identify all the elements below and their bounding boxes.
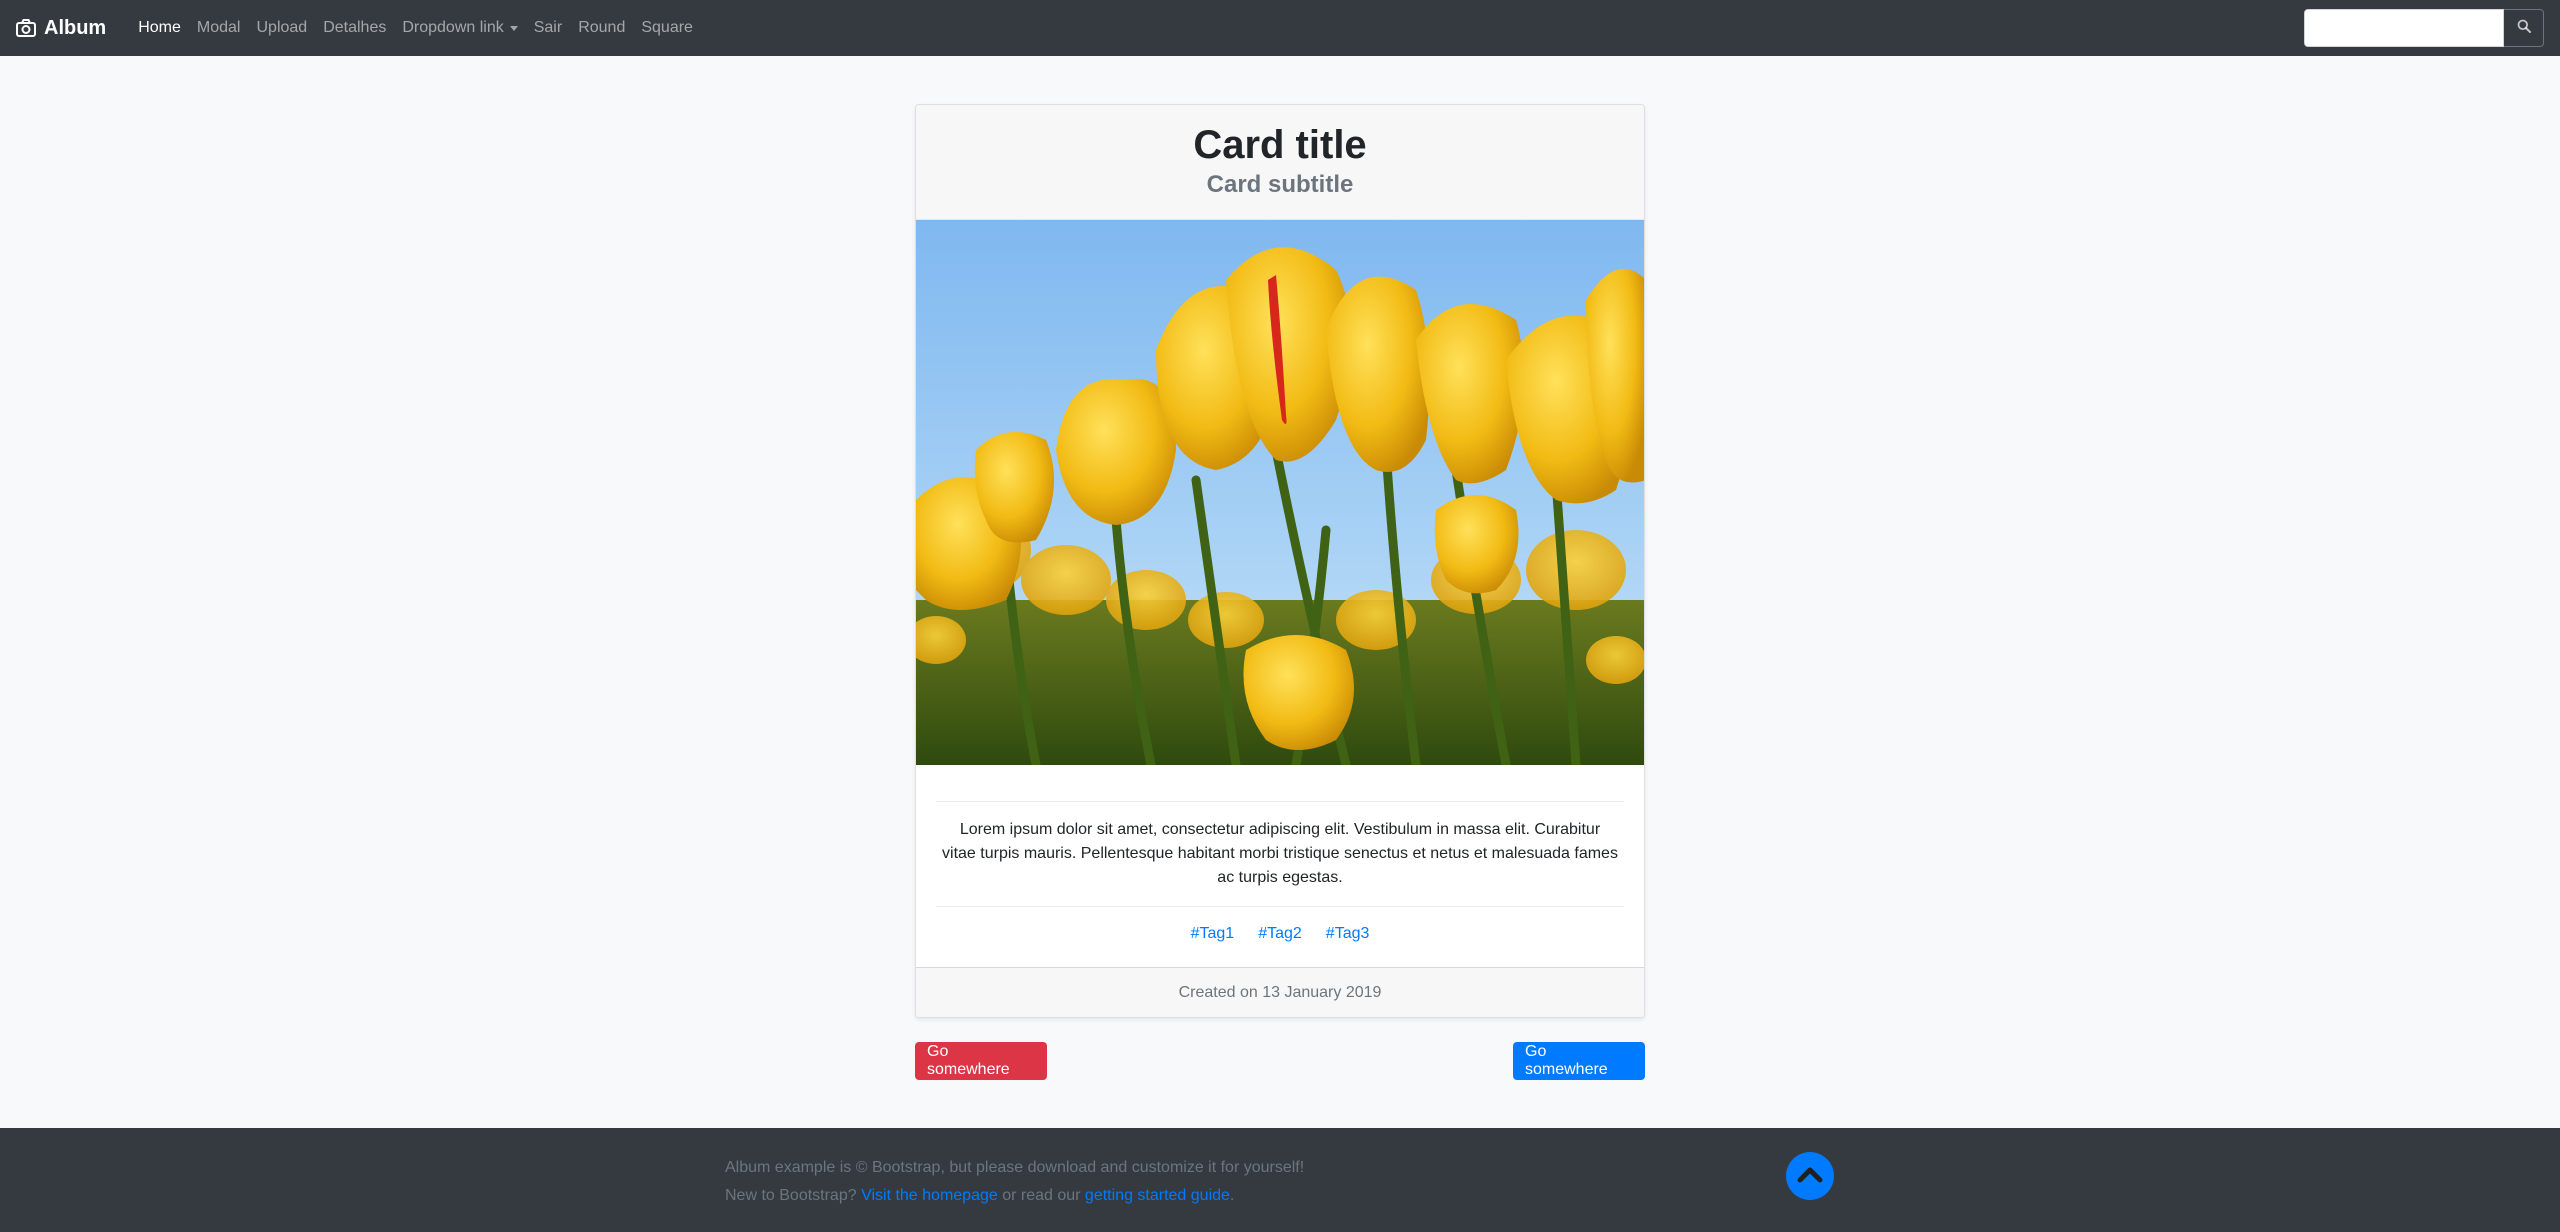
nav-item-round[interactable]: Round [570,11,633,45]
navbar: Album Home Modal Upload Detalhes Dropdow… [0,0,2560,56]
brand-link[interactable]: Album [16,17,106,40]
dropdown-label: Dropdown link [402,19,504,36]
camera-icon [16,19,36,37]
footer-help-middle: or read our [997,1187,1085,1204]
card: Card title Card subtitle Lorem ipsum dol… [915,104,1645,1018]
nav-item-modal[interactable]: Modal [189,11,249,45]
footer-help-prefix: New to Bootstrap? [725,1187,862,1204]
caret-down-icon [509,25,518,31]
nav-links: Home Modal Upload Detalhes Dropdown link… [130,11,701,45]
page-footer: Album example is © Bootstrap, but please… [0,1128,2560,1232]
footer-text: Album example is © Bootstrap, but please… [725,1154,1304,1210]
footer-help-line: New to Bootstrap? Visit the homepage or … [725,1182,1304,1210]
card-text: Lorem ipsum dolor sit amet, consectetur … [942,821,1618,886]
nav-item-square[interactable]: Square [633,11,701,45]
chevron-up-icon [1797,1165,1823,1188]
card-header: Card title Card subtitle [916,105,1644,220]
back-to-top-button[interactable] [1786,1152,1834,1200]
search-input[interactable] [2304,9,2504,47]
card-image-tulips [916,220,1644,765]
nav-item-upload[interactable]: Upload [248,11,315,45]
tag-link-1[interactable]: #Tag1 [1191,925,1235,943]
brand-label: Album [44,16,107,39]
search-icon [2517,19,2531,38]
homepage-link[interactable]: Visit the homepage [861,1187,998,1204]
tag-link-3[interactable]: #Tag3 [1326,925,1370,943]
footer-help-suffix: . [1229,1187,1235,1204]
go-somewhere-danger-button[interactable]: Go somewhere [915,1042,1047,1080]
footer-copyright: Album example is © Bootstrap, but please… [725,1159,1305,1176]
card-footer: Created on 13 January 2019 [916,967,1644,1017]
search-button[interactable] [2504,9,2544,47]
nav-item-home[interactable]: Home [130,11,189,45]
card-subtitle: Card subtitle [1206,171,1354,198]
card-body: Lorem ipsum dolor sit amet, consectetur … [916,765,1644,963]
tag-link-2[interactable]: #Tag2 [1258,925,1302,943]
card-title: Card title [1193,123,1367,167]
search-group [2304,9,2544,47]
tag-list: #Tag1 #Tag2 #Tag3 [936,907,1624,963]
nav-item-dropdown[interactable]: Dropdown link [394,11,525,45]
nav-item-sair[interactable]: Sair [526,11,570,45]
getting-started-link[interactable]: getting started guide [1085,1187,1230,1204]
go-somewhere-primary-button[interactable]: Go somewhere [1513,1042,1645,1080]
nav-item-detalhes[interactable]: Detalhes [315,11,394,45]
